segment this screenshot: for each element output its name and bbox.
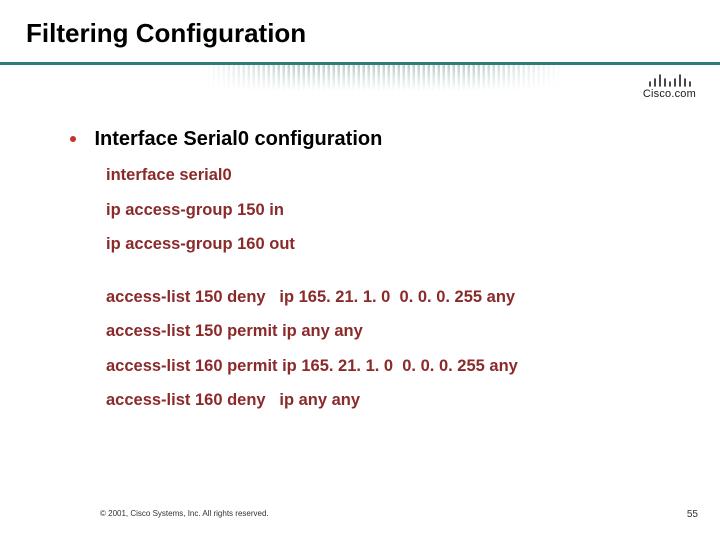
bullet-icon xyxy=(70,136,76,142)
config-line: access-list 150 deny ip 165. 21. 1. 0 0.… xyxy=(106,289,670,306)
logo-text: Cisco.com xyxy=(576,88,696,100)
content-area: Interface Serial0 configuration interfac… xyxy=(70,128,670,427)
bullet-row: Interface Serial0 configuration xyxy=(70,128,670,151)
config-line: access-list 160 deny ip any any xyxy=(106,392,670,409)
page-number: 55 xyxy=(687,509,698,520)
slide-title: Filtering Configuration xyxy=(26,18,306,49)
cisco-bridge-icon xyxy=(646,70,696,88)
config-gap xyxy=(106,271,670,289)
config-line: ip access-group 160 out xyxy=(106,236,670,253)
config-line: access-list 160 permit ip 165. 21. 1. 0 … xyxy=(106,358,670,375)
copyright-text: © 2001, Cisco Systems, Inc. All rights r… xyxy=(100,509,269,518)
config-line: access-list 150 permit ip any any xyxy=(106,323,670,340)
config-block: interface serial0 ip access-group 150 in… xyxy=(106,167,670,409)
title-divider: Cisco.com xyxy=(0,62,720,106)
bullet-heading: Interface Serial0 configuration xyxy=(94,128,382,150)
slide: Filtering Configuration Cisco.com xyxy=(0,0,720,540)
config-line: interface serial0 xyxy=(106,167,670,184)
divider-comb-fade xyxy=(200,65,565,91)
config-line: ip access-group 150 in xyxy=(106,202,670,219)
cisco-logo: Cisco.com xyxy=(576,70,696,104)
